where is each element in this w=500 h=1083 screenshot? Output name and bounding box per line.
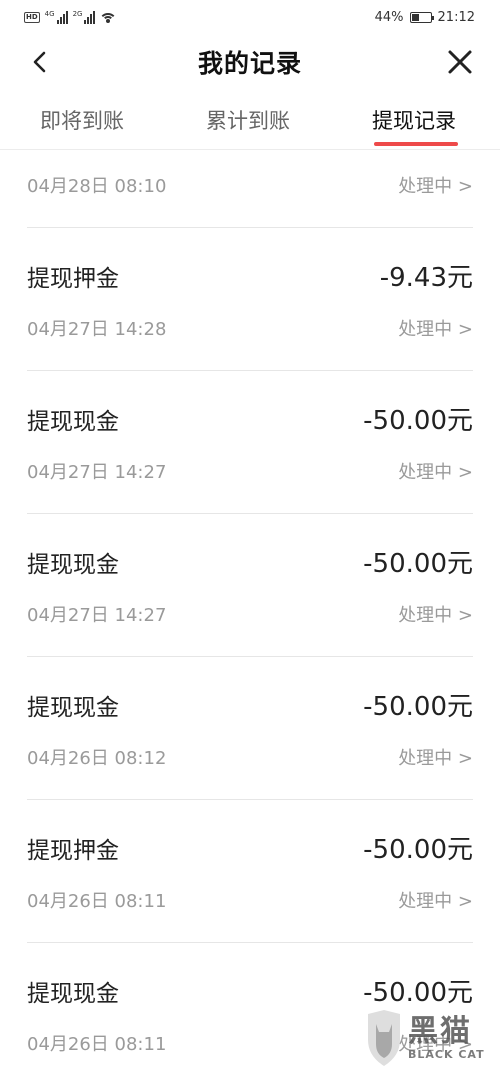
- record-date: 04月27日 14:27: [27, 462, 167, 483]
- close-button[interactable]: [442, 44, 478, 80]
- record-type: 提现押金: [27, 838, 119, 864]
- list-item[interactable]: 提现现金 -50.00元 04月27日 14:27 处理中 >: [27, 514, 473, 657]
- tab-bar: 即将到账 累计到账 提现记录: [0, 90, 500, 150]
- record-status[interactable]: 处理中 >: [398, 458, 473, 484]
- clock: 21:12: [437, 9, 475, 25]
- tab-pending[interactable]: 即将到账: [40, 90, 124, 150]
- records-list-content: 04月28日 08:10 处理中 > 提现押金 -9.43元 04月27日 14…: [0, 150, 500, 1083]
- chevron-left-icon: [33, 51, 46, 73]
- record-amount: -50.00元: [363, 692, 473, 722]
- watermark-text: 黑猫 BLACK CAT: [408, 1013, 485, 1061]
- record-status[interactable]: 处理中 >: [398, 887, 473, 913]
- tab-accumulated[interactable]: 累计到账: [206, 90, 290, 150]
- watermark-logo: 黑猫 BLACK CAT: [364, 1003, 492, 1073]
- battery-icon: [409, 11, 434, 23]
- record-type: 提现押金: [27, 266, 119, 292]
- cat-shield-icon: [368, 1010, 400, 1066]
- record-type: 提现现金: [27, 409, 119, 435]
- signal-icon-1: 4G: [44, 9, 68, 24]
- record-status[interactable]: 处理中 >: [398, 601, 473, 627]
- record-type: 提现现金: [27, 695, 119, 721]
- nav-header: 我的记录: [0, 34, 500, 90]
- network-type-2: 2G: [72, 9, 83, 18]
- record-date: 04月27日 14:28: [27, 319, 167, 340]
- record-type: 提现现金: [27, 552, 119, 578]
- list-item[interactable]: 04月28日 08:10 处理中 >: [27, 150, 473, 228]
- record-amount: -9.43元: [379, 263, 473, 293]
- watermark-cn: 黑猫: [408, 1013, 472, 1049]
- status-bar: HD 4G 2G 44% 21:12: [0, 0, 500, 34]
- status-bar-right: 44% 21:12: [375, 10, 475, 25]
- record-status[interactable]: 处理中 >: [398, 172, 473, 198]
- record-date: 04月27日 14:27: [27, 605, 167, 626]
- record-date: 04月26日 08:12: [27, 748, 167, 769]
- status-bar-left: HD 4G 2G: [24, 9, 117, 24]
- back-button[interactable]: [24, 46, 56, 78]
- list-item[interactable]: 提现押金 -50.00元 04月26日 08:11 处理中 >: [27, 800, 473, 943]
- wifi-icon: [100, 11, 117, 23]
- record-amount: -50.00元: [363, 549, 473, 579]
- watermark-en: BLACK CAT: [408, 1047, 485, 1061]
- active-tab-indicator: [374, 142, 458, 146]
- battery-percent: 44%: [374, 9, 404, 25]
- network-type-1: 4G: [44, 9, 55, 18]
- record-date: 04月26日 08:11: [27, 1034, 167, 1055]
- signal-icon-2: 2G: [72, 9, 96, 24]
- list-item[interactable]: 提现押金 -9.43元 04月27日 14:28 处理中 >: [27, 228, 473, 371]
- record-amount: -50.00元: [363, 835, 473, 865]
- record-type: 提现现金: [27, 981, 119, 1007]
- app-screen: HD 4G 2G 44% 21:12 我的记录 即将到账 累计到账 提现记录 0…: [0, 0, 500, 1083]
- record-date: 04月28日 08:10: [27, 176, 167, 197]
- record-amount: -50.00元: [363, 406, 473, 436]
- list-item[interactable]: 提现现金 -50.00元 04月26日 08:12 处理中 >: [27, 657, 473, 800]
- tab-withdrawal-records[interactable]: 提现记录: [372, 90, 456, 150]
- record-status[interactable]: 处理中 >: [398, 315, 473, 341]
- page-title: 我的记录: [197, 49, 302, 78]
- record-date: 04月26日 08:11: [27, 891, 167, 912]
- list-item[interactable]: 提现现金 -50.00元 04月27日 14:27 处理中 >: [27, 371, 473, 514]
- close-icon: [448, 50, 472, 74]
- hd-badge: HD: [24, 11, 40, 23]
- record-status[interactable]: 处理中 >: [398, 744, 473, 770]
- records-list[interactable]: 04月28日 08:10 处理中 > 提现押金 -9.43元 04月27日 14…: [0, 150, 500, 1083]
